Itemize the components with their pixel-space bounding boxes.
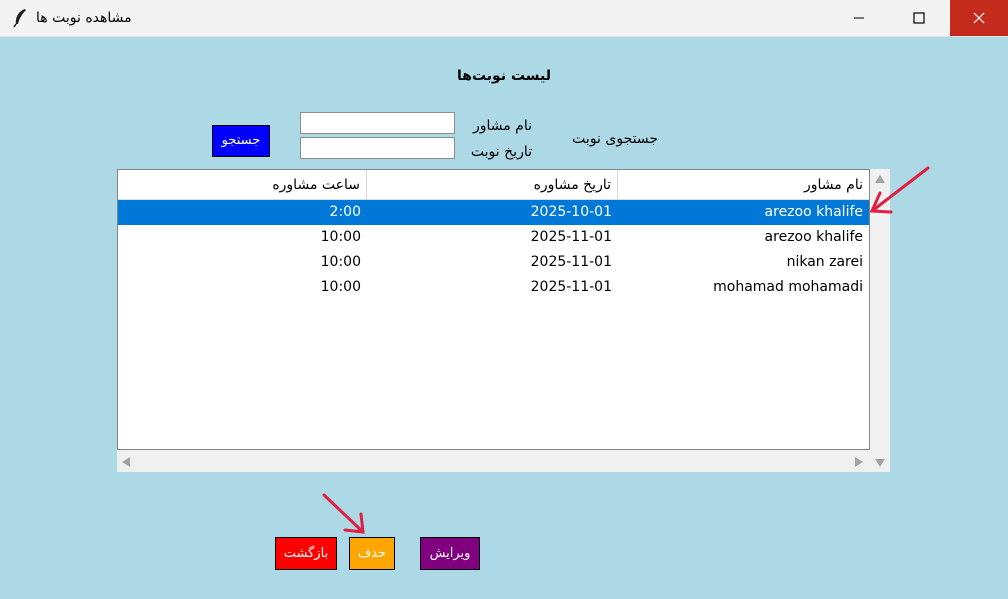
scroll-right-icon[interactable]: [855, 457, 863, 467]
column-header-date[interactable]: تاریخ مشاوره: [367, 170, 618, 200]
appointment-date-label: تاریخ نوبت: [470, 144, 532, 160]
table-row[interactable]: mohamad mohamadi 2025-11-01 10:00: [118, 275, 869, 300]
scroll-left-icon[interactable]: [122, 457, 130, 467]
page-title: لیست نوبت‌ها: [457, 68, 551, 84]
close-icon: [973, 12, 985, 28]
cell-date: 2025-11-01: [530, 229, 612, 245]
scroll-up-icon[interactable]: [875, 175, 885, 183]
title-bar: مشاهده نوبت ها: [0, 0, 1008, 37]
edit-button[interactable]: ویرایش: [420, 537, 480, 570]
window-title: مشاهده نوبت ها: [36, 10, 132, 26]
cell-date: 2025-10-01: [530, 204, 612, 220]
minimize-button[interactable]: [830, 0, 888, 36]
column-header-consultant[interactable]: نام مشاور: [618, 170, 869, 200]
maximize-icon: [913, 12, 925, 28]
cell-date: 2025-11-01: [530, 254, 612, 270]
back-button[interactable]: بازگشت: [275, 537, 337, 570]
cell-consultant: mohamad mohamadi: [713, 279, 863, 295]
cell-consultant: arezoo khalife: [764, 229, 863, 245]
feather-icon: [12, 8, 28, 28]
search-button[interactable]: جستجو: [212, 125, 270, 157]
consultant-name-input[interactable]: [300, 112, 455, 134]
close-button[interactable]: [950, 0, 1008, 36]
cell-time: 10:00: [320, 254, 361, 270]
consultant-name-label: نام مشاور: [472, 118, 532, 134]
table-row[interactable]: arezoo khalife 2025-11-01 10:00: [118, 225, 869, 250]
column-header-time[interactable]: ساعت مشاوره: [118, 170, 367, 200]
table-header: نام مشاور تاریخ مشاوره ساعت مشاوره: [118, 170, 869, 200]
appointment-date-input[interactable]: [300, 137, 455, 159]
table-row[interactable]: arezoo khalife 2025-10-01 2:00: [118, 200, 869, 225]
scroll-down-icon[interactable]: [875, 459, 885, 467]
cell-time: 10:00: [320, 229, 361, 245]
maximize-button[interactable]: [890, 0, 948, 36]
horizontal-scrollbar[interactable]: [117, 450, 870, 472]
cell-date: 2025-11-01: [530, 279, 612, 295]
table-row[interactable]: nikan zarei 2025-11-01 10:00: [118, 250, 869, 275]
cell-consultant: nikan zarei: [786, 254, 863, 270]
search-section-label: جستجوی نوبت: [572, 131, 658, 147]
cell-time: 10:00: [320, 279, 361, 295]
cell-consultant: arezoo khalife: [764, 204, 863, 220]
delete-button[interactable]: حذف: [349, 537, 395, 570]
minimize-icon: [853, 13, 865, 28]
cell-time: 2:00: [329, 204, 361, 220]
annotation-arrow-icon: [322, 493, 365, 534]
appointments-table[interactable]: نام مشاور تاریخ مشاوره ساعت مشاوره arezo…: [117, 169, 870, 450]
vertical-scrollbar[interactable]: [870, 169, 890, 472]
